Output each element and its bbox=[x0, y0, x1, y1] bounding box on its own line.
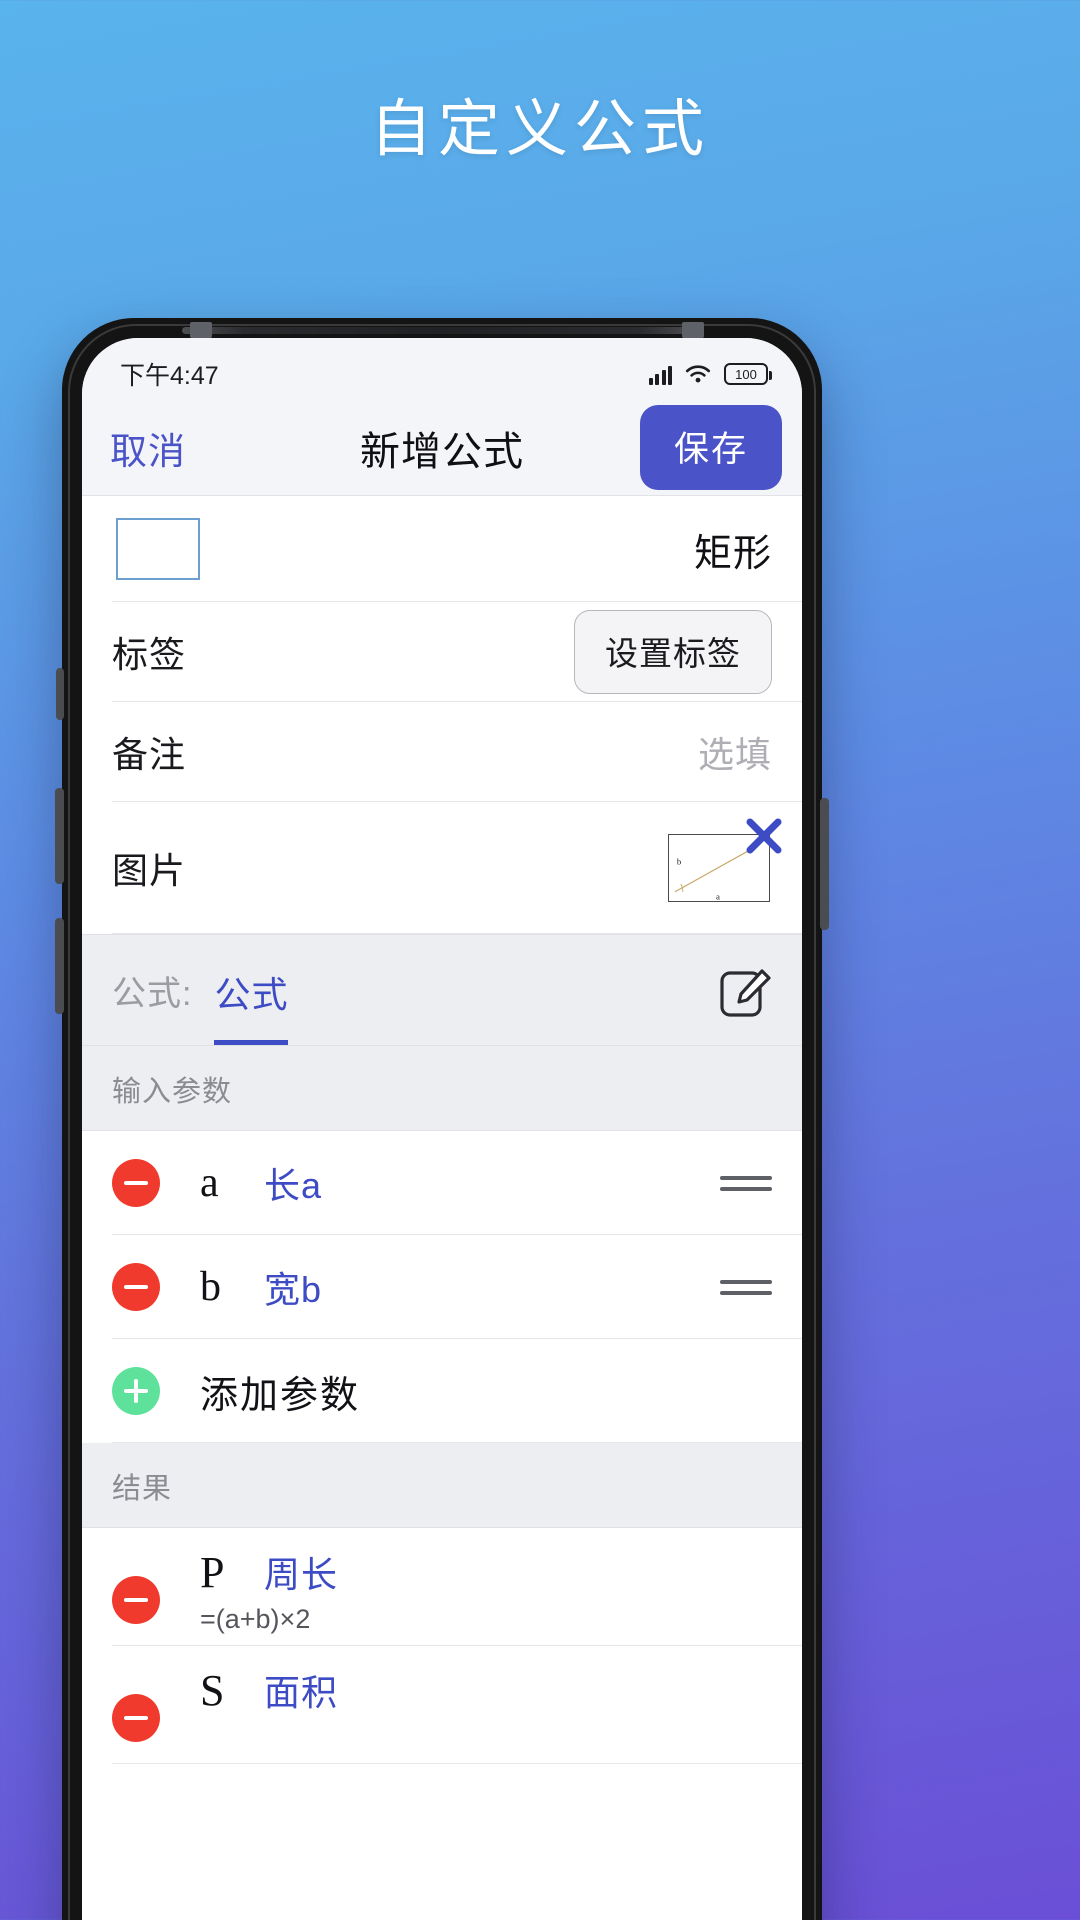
shape-row[interactable]: 矩形 bbox=[82, 496, 802, 602]
battery-level-text: 100 bbox=[735, 366, 757, 382]
status-time: 下午4:47 bbox=[120, 362, 219, 390]
result-row-p[interactable]: P 周长 =(a+b)×2 bbox=[82, 1528, 802, 1646]
tag-row-label: 标签 bbox=[112, 634, 187, 675]
result-symbol: S bbox=[200, 1666, 225, 1715]
edit-pencil-icon[interactable] bbox=[718, 967, 772, 1045]
param-symbol: a bbox=[200, 1160, 219, 1206]
phone-antenna-line bbox=[182, 327, 702, 334]
tab-formula[interactable]: 公式 bbox=[214, 966, 289, 1045]
svg-text:b: b bbox=[677, 856, 682, 866]
minus-circle-icon[interactable] bbox=[112, 1694, 160, 1742]
set-tag-button[interactable]: 设置标签 bbox=[574, 610, 772, 694]
image-thumbnail-wrap[interactable]: b a bbox=[668, 818, 782, 902]
phone-antenna-nub-right bbox=[682, 322, 704, 338]
phone-volume-up-button bbox=[55, 788, 64, 884]
close-x-icon[interactable] bbox=[742, 814, 786, 858]
status-icons: 100 bbox=[648, 363, 772, 385]
save-button[interactable]: 保存 bbox=[639, 405, 782, 490]
note-input-placeholder[interactable]: 选填 bbox=[698, 726, 772, 778]
add-param-label: 添加参数 bbox=[200, 1374, 361, 1417]
phone-volume-down-button bbox=[55, 918, 64, 1014]
plus-circle-icon[interactable] bbox=[112, 1367, 160, 1415]
image-row-label: 图片 bbox=[112, 850, 187, 891]
status-bar: 下午4:47 100 bbox=[82, 338, 802, 400]
nav-bar: 取消 新增公式 保存 bbox=[82, 400, 802, 496]
param-name[interactable]: 宽b bbox=[264, 1261, 322, 1313]
signal-bars-icon bbox=[648, 364, 672, 385]
input-params-section-header: 输入参数 bbox=[82, 1046, 802, 1131]
svg-text:a: a bbox=[716, 892, 720, 902]
phone-mute-switch bbox=[56, 668, 64, 720]
battery-icon: 100 bbox=[724, 363, 772, 385]
phone-mockup: 下午4:47 100 取消 新增公式 保存 矩形 标签 设置标签 备注 选填 图… bbox=[55, 318, 829, 1920]
page-title: 自定义公式 bbox=[369, 95, 710, 164]
shape-name-label: 矩形 bbox=[693, 532, 772, 575]
rectangle-shape-icon[interactable] bbox=[116, 518, 200, 580]
result-row-s[interactable]: S 面积 bbox=[82, 1646, 802, 1764]
drag-handle-icon[interactable] bbox=[720, 1273, 772, 1302]
cancel-button[interactable]: 取消 bbox=[110, 421, 186, 475]
formula-tab-bar: 公式: 公式 bbox=[82, 934, 802, 1046]
result-expression[interactable]: =(a+b)×2 bbox=[200, 1604, 338, 1635]
minus-circle-icon[interactable] bbox=[112, 1576, 160, 1624]
result-section-header: 结果 bbox=[82, 1443, 802, 1528]
result-name[interactable]: 周长 bbox=[264, 1546, 338, 1598]
phone-antenna-nub-left bbox=[190, 322, 212, 338]
wifi-icon bbox=[685, 365, 711, 383]
form-content: 矩形 标签 设置标签 备注 选填 图片 b a 公式: 公式 输入参数 a 长a… bbox=[82, 496, 802, 1764]
note-row-label: 备注 bbox=[112, 734, 187, 775]
phone-power-button bbox=[820, 798, 829, 930]
minus-circle-icon[interactable] bbox=[112, 1159, 160, 1207]
param-name[interactable]: 长a bbox=[264, 1157, 322, 1209]
param-row-b[interactable]: b 宽b bbox=[82, 1235, 802, 1339]
minus-circle-icon[interactable] bbox=[112, 1263, 160, 1311]
tag-row: 标签 设置标签 bbox=[82, 602, 802, 702]
formula-prefix-label: 公式: bbox=[112, 975, 193, 1013]
image-row[interactable]: 图片 b a bbox=[82, 802, 802, 934]
phone-screen: 下午4:47 100 取消 新增公式 保存 矩形 标签 设置标签 备注 选填 图… bbox=[82, 338, 802, 1920]
result-symbol: P bbox=[200, 1548, 225, 1597]
param-row-a[interactable]: a 长a bbox=[82, 1131, 802, 1235]
note-row[interactable]: 备注 选填 bbox=[82, 702, 802, 802]
add-param-row[interactable]: 添加参数 bbox=[82, 1339, 802, 1443]
param-symbol: b bbox=[200, 1264, 221, 1310]
result-name[interactable]: 面积 bbox=[264, 1664, 338, 1716]
drag-handle-icon[interactable] bbox=[720, 1169, 772, 1198]
